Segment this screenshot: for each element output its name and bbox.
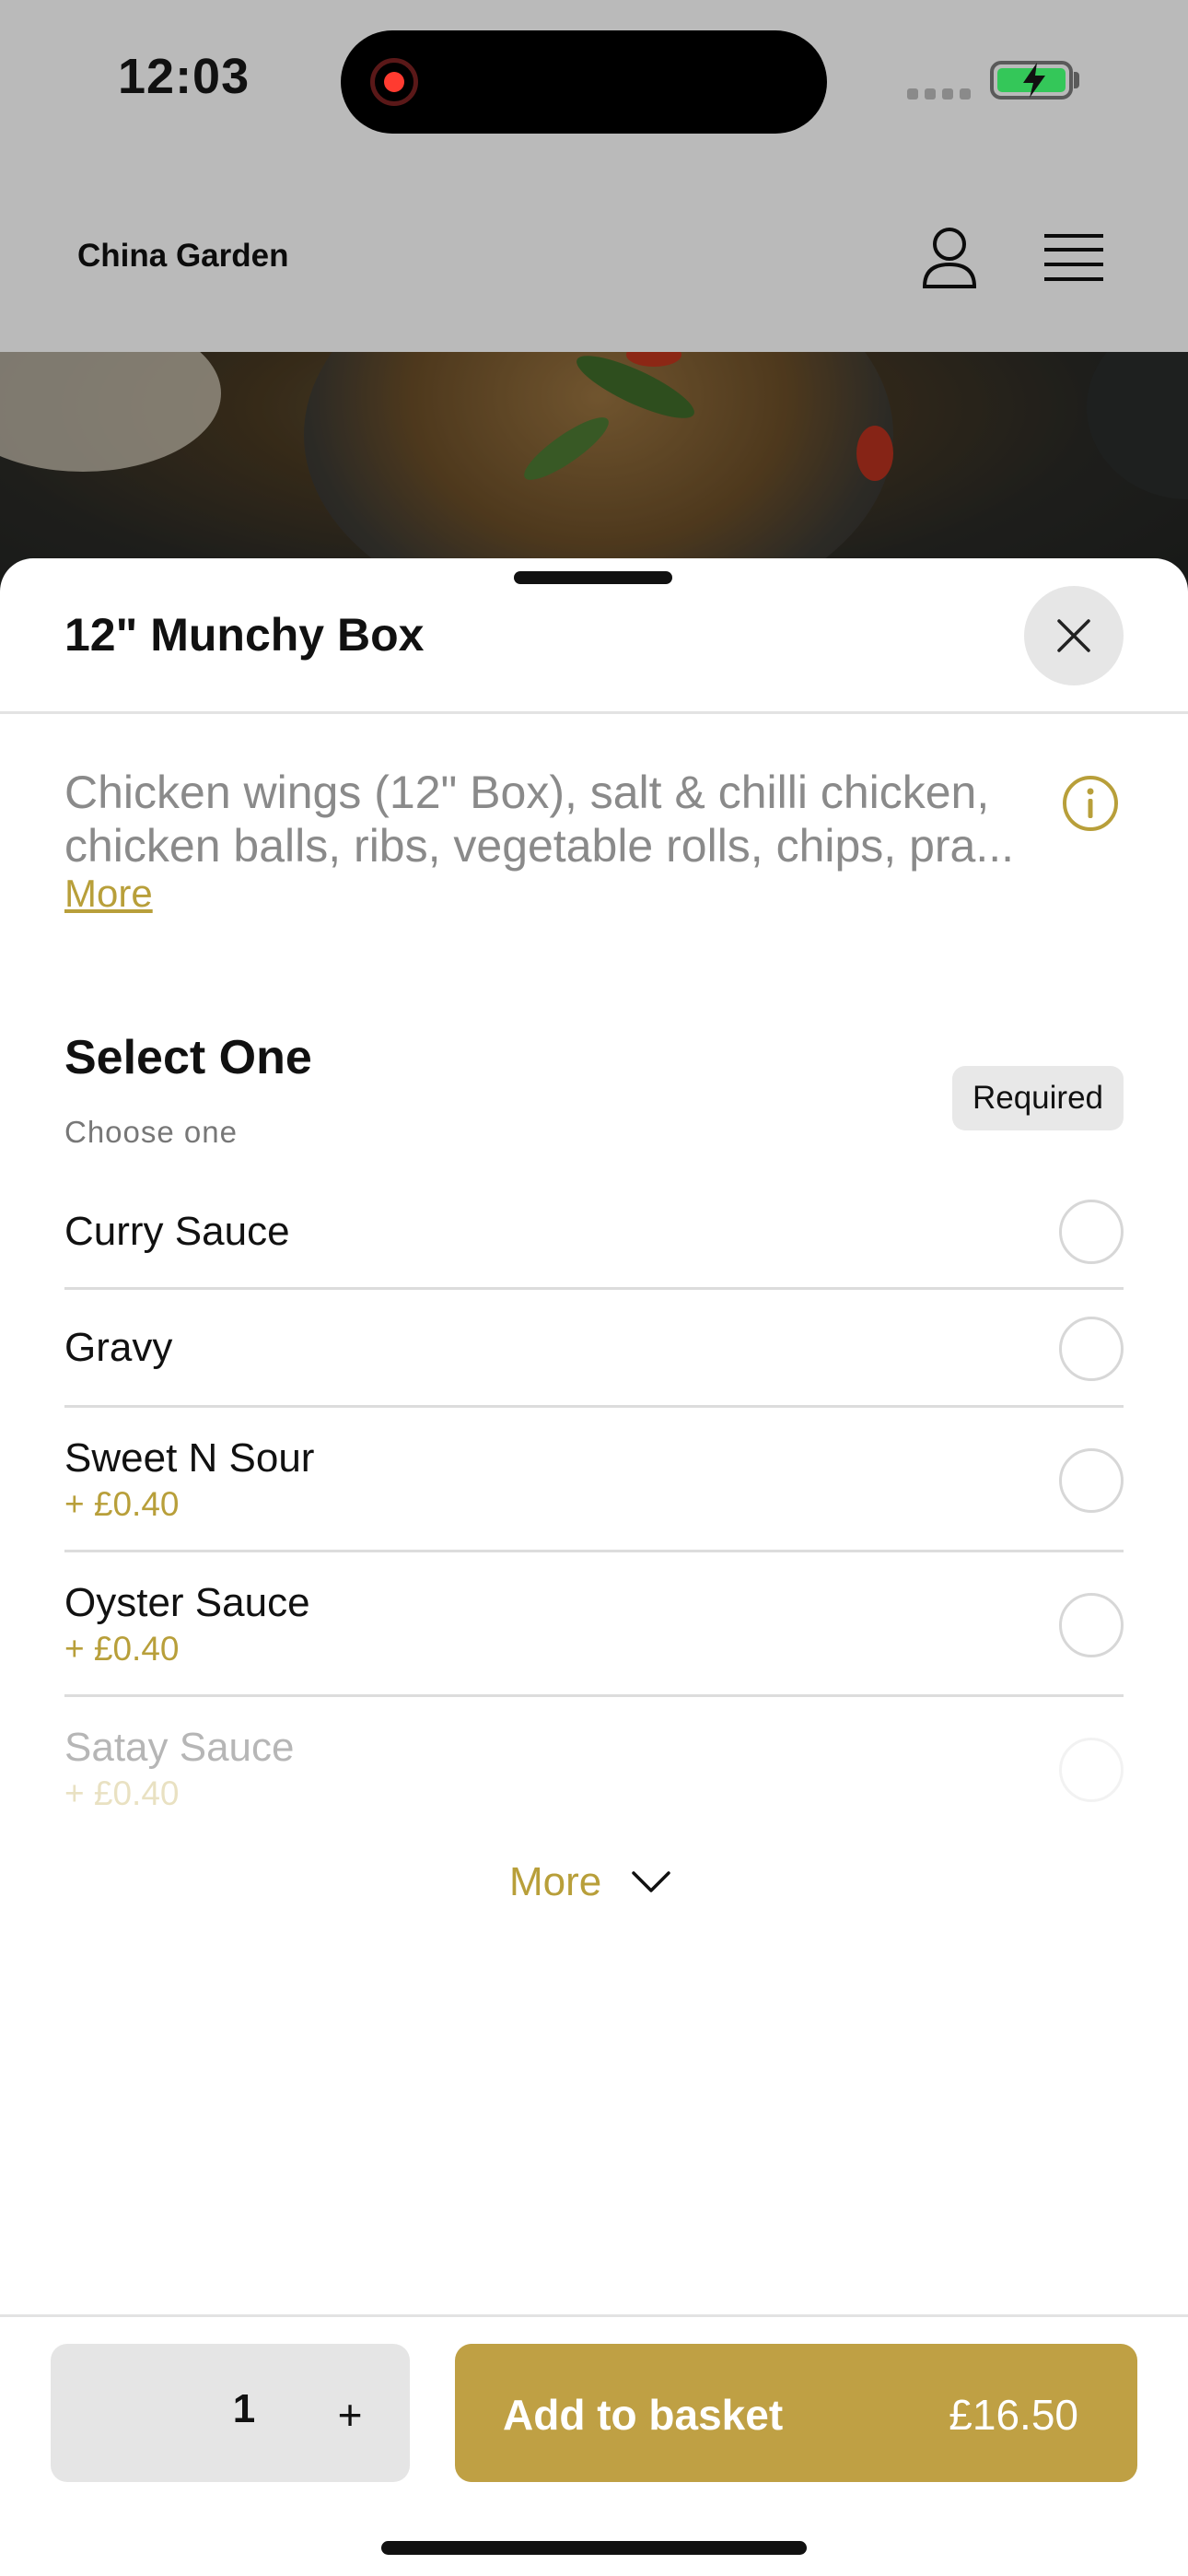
add-to-basket-label: Add to basket	[503, 2391, 784, 2439]
option-name: Gravy	[64, 1325, 173, 1370]
add-to-basket-button[interactable]: Add to basket £16.50	[455, 2344, 1137, 2482]
option-radio[interactable]	[1059, 1738, 1124, 1802]
option-name: Sweet N Sour	[64, 1435, 315, 1481]
info-icon[interactable]	[1061, 774, 1120, 833]
close-icon	[1057, 619, 1090, 652]
option-radio[interactable]	[1059, 1200, 1124, 1264]
sheet-grabber[interactable]	[514, 571, 672, 584]
option-curry-sauce[interactable]: Curry Sauce	[64, 1188, 1124, 1290]
quantity-value: 1	[232, 2386, 256, 2431]
option-radio[interactable]	[1059, 1593, 1124, 1657]
item-sheet: 12" Munchy Box Chicken wings (12" Box), …	[0, 558, 1188, 2576]
description-more-link[interactable]: More	[64, 872, 153, 916]
required-badge: Required	[952, 1066, 1124, 1130]
section-subtitle: Choose one	[64, 1115, 238, 1149]
chevron-down-icon	[632, 1871, 670, 1892]
charging-bolt-icon	[1023, 63, 1045, 98]
option-oyster-sauce[interactable]: Oyster Sauce + £0.40	[64, 1552, 1124, 1697]
option-satay-sauce[interactable]: Satay Sauce + £0.40	[64, 1697, 1124, 1812]
option-gravy[interactable]: Gravy	[64, 1290, 1124, 1408]
footer-divider	[0, 2314, 1188, 2317]
signal-icon	[907, 88, 971, 100]
close-button[interactable]	[1024, 586, 1124, 685]
option-radio[interactable]	[1059, 1317, 1124, 1381]
status-time: 12:03	[118, 49, 250, 104]
battery-icon	[990, 61, 1073, 100]
option-name: Curry Sauce	[64, 1209, 290, 1254]
show-more-label: More	[509, 1859, 602, 1904]
section-title: Select One	[64, 1031, 312, 1084]
item-description-line-2: chicken balls, ribs, vegetable rolls, ch…	[64, 820, 1015, 872]
option-price: + £0.40	[64, 1630, 180, 1668]
item-title: 12" Munchy Box	[64, 609, 425, 661]
quantity-plus-button[interactable]: +	[313, 2383, 387, 2447]
item-description-line-1: Chicken wings (12" Box), salt & chilli c…	[64, 767, 990, 818]
recording-indicator-icon	[370, 58, 418, 106]
option-name: Satay Sauce	[64, 1725, 295, 1770]
basket-total-price: £16.50	[949, 2391, 1078, 2439]
home-indicator[interactable]	[381, 2541, 807, 2555]
show-more-options-button[interactable]: More	[509, 1859, 671, 1905]
option-price: + £0.40	[64, 1774, 180, 1812]
option-price: + £0.40	[64, 1485, 180, 1523]
battery-cap	[1074, 72, 1079, 88]
divider	[0, 711, 1188, 714]
option-sweet-n-sour[interactable]: Sweet N Sour + £0.40	[64, 1408, 1124, 1552]
quantity-stepper: 1 +	[51, 2344, 410, 2482]
screen: China Garden 12:03 12" Munchy Box Chicke…	[0, 0, 1188, 2576]
dynamic-island	[341, 30, 827, 134]
option-name: Oyster Sauce	[64, 1580, 310, 1625]
option-radio[interactable]	[1059, 1448, 1124, 1513]
